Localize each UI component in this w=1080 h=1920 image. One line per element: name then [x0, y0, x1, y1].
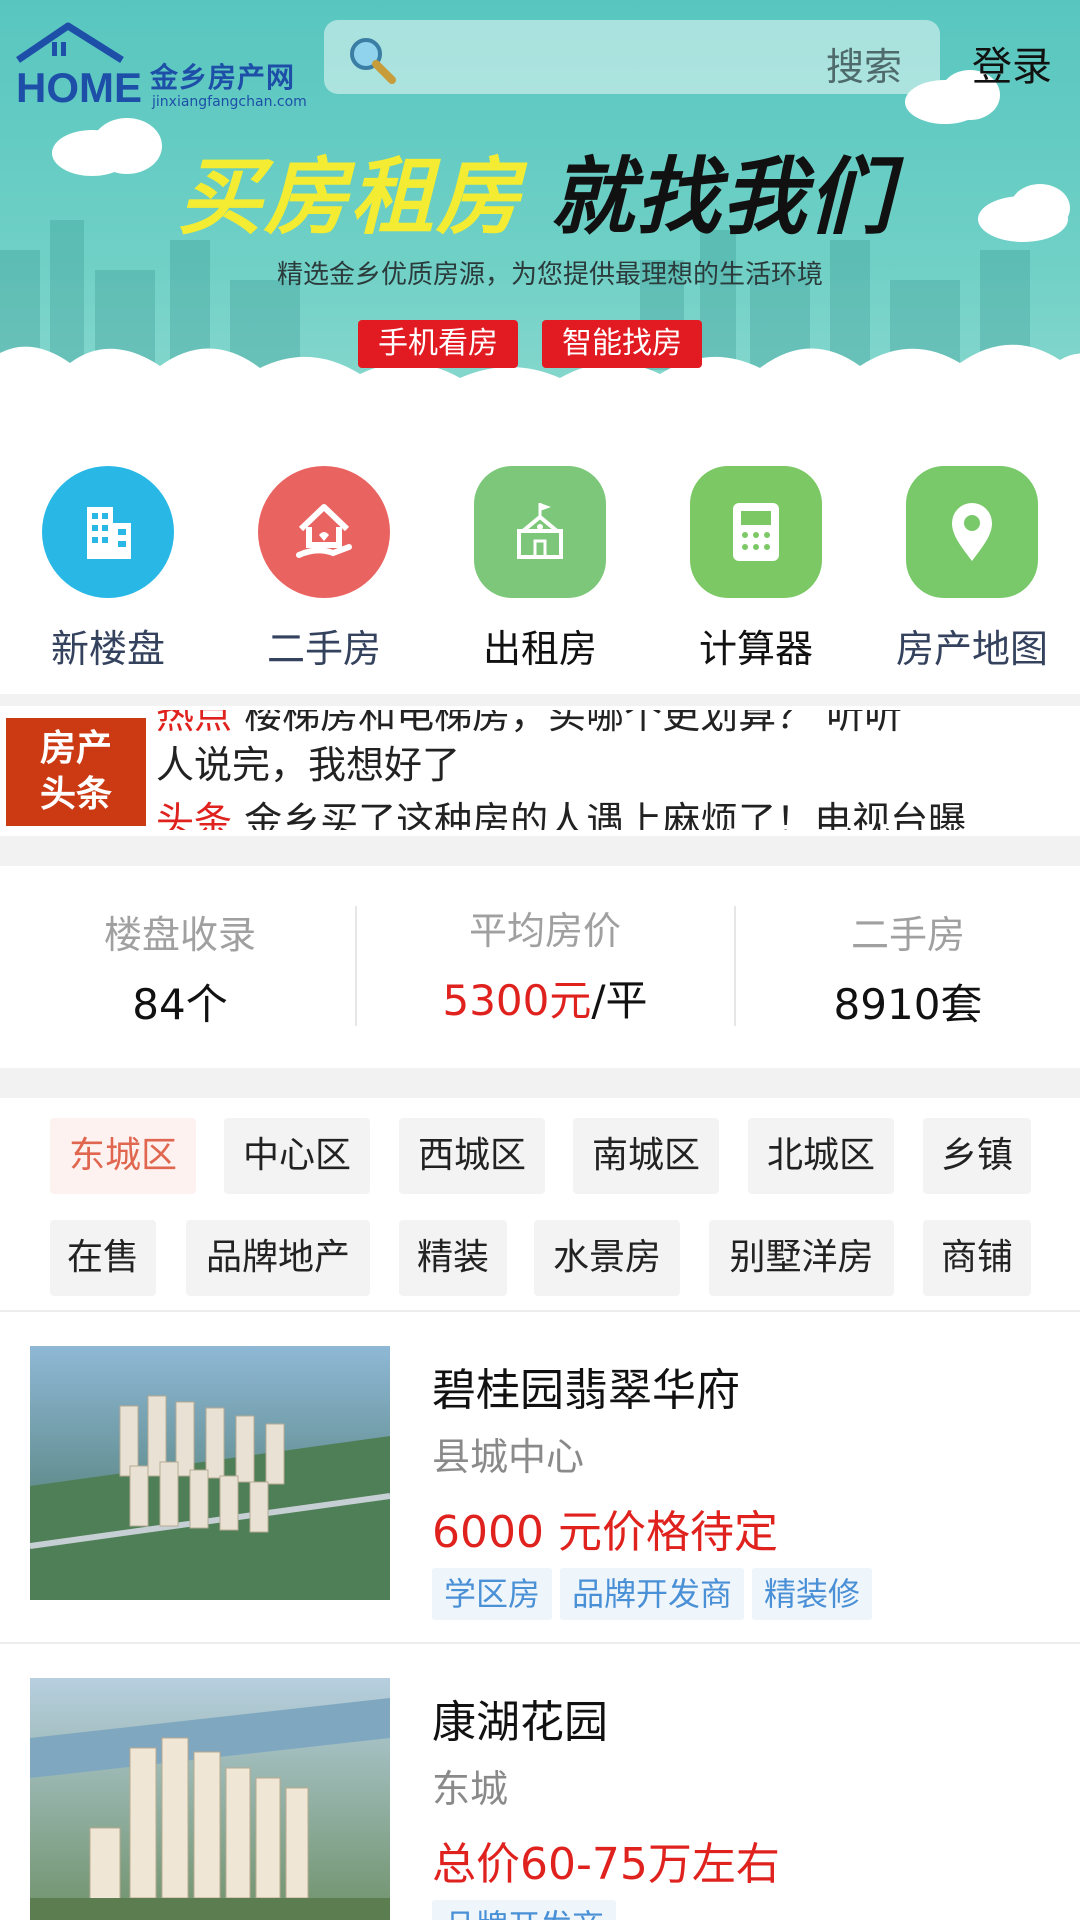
headline-text: 楼梯房和电梯房，买哪个更划算？ 听听 [244, 710, 903, 737]
listing-price: 6000 元价格待定 [432, 1507, 778, 1558]
list-divider [0, 1310, 1080, 1312]
filter-tag[interactable]: 商铺 [923, 1220, 1031, 1296]
stat-listings[interactable]: 楼盘收录 84个 [0, 904, 360, 1032]
stat-second-hand[interactable]: 二手房 8910套 [728, 904, 1080, 1032]
stat-divider [355, 906, 357, 1026]
quick-nav-label: 新楼盘 [50, 627, 165, 671]
stat-label: 平均房价 [468, 909, 621, 953]
search-icon [350, 38, 396, 84]
filter-tag[interactable]: 北城区 [748, 1118, 894, 1194]
banner-tagline: 精选金乡优质房源，为您提供最理想的生活环境 [276, 260, 823, 290]
cloud-decoration [92, 118, 162, 174]
listing-tag: 精装修 [752, 1568, 873, 1620]
listing-photo [30, 1346, 390, 1600]
stat-value-number: 5300元 [442, 976, 592, 1025]
slogan-right: 就找我们 [550, 148, 895, 246]
quick-nav-map[interactable]: 房产地图 [864, 466, 1080, 676]
filter-tag[interactable]: 水景房 [534, 1220, 680, 1296]
headline-badge: 房产 头条 [6, 718, 146, 826]
quick-nav-label: 出租房 [482, 627, 597, 671]
section-divider [0, 836, 1080, 866]
listing-price: 总价60-75万左右 [432, 1839, 780, 1890]
filter-tag[interactable]: 乡镇 [923, 1118, 1031, 1194]
listing-name: 康湖花园 [432, 1697, 608, 1748]
quick-nav-label: 房产地图 [895, 627, 1048, 671]
headline-text: 人说完，我想好了 [156, 743, 461, 787]
building-icon [42, 466, 174, 598]
stat-label: 楼盘收录 [103, 913, 256, 957]
listing-area: 东城 [432, 1767, 509, 1811]
listing-photo [30, 1678, 390, 1920]
listing-card[interactable]: 康湖花园 东城 总价60-75万左右 品牌开发商 [0, 1678, 1080, 1920]
quick-nav-second-hand[interactable]: 二手房 [216, 466, 432, 676]
quick-nav: 新楼盘 二手房 出租房 计算器 房产地图 [0, 466, 1080, 676]
school-building-icon [474, 466, 606, 598]
stat-average-price[interactable]: 平均房价 5300元/平 [365, 900, 725, 1028]
section-divider [0, 694, 1080, 706]
filter-tag[interactable]: 西城区 [399, 1118, 545, 1194]
site-logo[interactable]: HOME 金乡房产网 jinxiangfangchan.com [10, 14, 310, 110]
filter-tag[interactable]: 品牌地产 [186, 1220, 370, 1296]
headline-ticker[interactable]: 热点 楼梯房和电梯房，买哪个更划算？ 听听 人说完，我想好了 头条 金乡买了这种… [156, 710, 1076, 830]
stat-value-unit: /平 [591, 976, 648, 1025]
logo-text-cn: 金乡房产网 [150, 61, 296, 94]
listing-tag: 学区房 [432, 1568, 553, 1620]
calculator-icon [690, 466, 822, 598]
listing-tags: 品牌开发商 [432, 1900, 617, 1920]
filter-tag[interactable]: 南城区 [573, 1118, 719, 1194]
headline-item[interactable]: 头条 金乡买了这种房的人遇上麻烦了！电视台曝 [156, 790, 966, 830]
headline-badge-line: 房产 [39, 728, 112, 769]
listing-tag: 品牌开发商 [432, 1900, 617, 1920]
quick-nav-label: 二手房 [266, 627, 381, 671]
filter-tag[interactable]: 在售 [50, 1220, 156, 1296]
house-logo-icon: HOME [16, 22, 142, 108]
filter-tag-active[interactable]: 东城区 [50, 1118, 196, 1194]
filter-tag[interactable]: 中心区 [224, 1118, 370, 1194]
filter-tag[interactable]: 别墅洋房 [709, 1220, 894, 1296]
quick-nav-label: 计算器 [698, 627, 813, 671]
listing-card[interactable]: 碧桂园翡翠华府 县城中心 6000 元价格待定 学区房 品牌开发商 精装修 [0, 1346, 1080, 1682]
section-divider [0, 1068, 1080, 1098]
headline-tag: 热点 [156, 710, 233, 737]
headline-tag: 头条 [156, 799, 233, 830]
search-input[interactable]: 搜索 [324, 20, 940, 94]
cloud-border-graphic [0, 344, 1080, 430]
mobile-view-button[interactable]: 手机看房 [358, 320, 518, 368]
svg-text:HOME: HOME [16, 64, 142, 108]
logo-text-en: jinxiangfangchan.com [152, 94, 307, 110]
headline-badge-line: 头条 [39, 774, 112, 815]
headline-text: 金乡买了这种房的人遇上麻烦了！电视台曝 [244, 799, 967, 830]
search-placeholder: 搜索 [825, 45, 902, 89]
smart-search-button[interactable]: 智能找房 [542, 320, 702, 368]
quick-nav-calculator[interactable]: 计算器 [648, 466, 864, 676]
login-button[interactable]: 登录 [972, 34, 1052, 92]
slogan-left: 买房租房 [178, 148, 523, 246]
house-hand-icon [258, 466, 390, 598]
headline-item[interactable]: 人说完，我想好了 [156, 734, 460, 789]
listing-tags: 学区房 品牌开发商 精装修 [432, 1568, 873, 1620]
stat-value: 8910套 [833, 980, 983, 1029]
listing-name: 碧桂园翡翠华府 [432, 1365, 740, 1416]
cloud-decoration [1010, 184, 1070, 232]
stat-label: 二手房 [850, 913, 965, 957]
listing-tag: 品牌开发商 [560, 1568, 745, 1620]
quick-nav-rentals[interactable]: 出租房 [432, 466, 648, 676]
map-pin-icon [906, 466, 1038, 598]
listing-area: 县城中心 [432, 1435, 585, 1479]
quick-nav-new-homes[interactable]: 新楼盘 [0, 466, 216, 676]
list-divider [0, 1642, 1080, 1644]
filter-tag[interactable]: 精装 [399, 1220, 507, 1296]
stat-value: 5300元/平 [365, 967, 725, 1028]
stat-value: 84个 [132, 980, 228, 1029]
hero-banner[interactable]: HOME 金乡房产网 jinxiangfangchan.com 搜索 登录 买房… [0, 0, 1080, 430]
